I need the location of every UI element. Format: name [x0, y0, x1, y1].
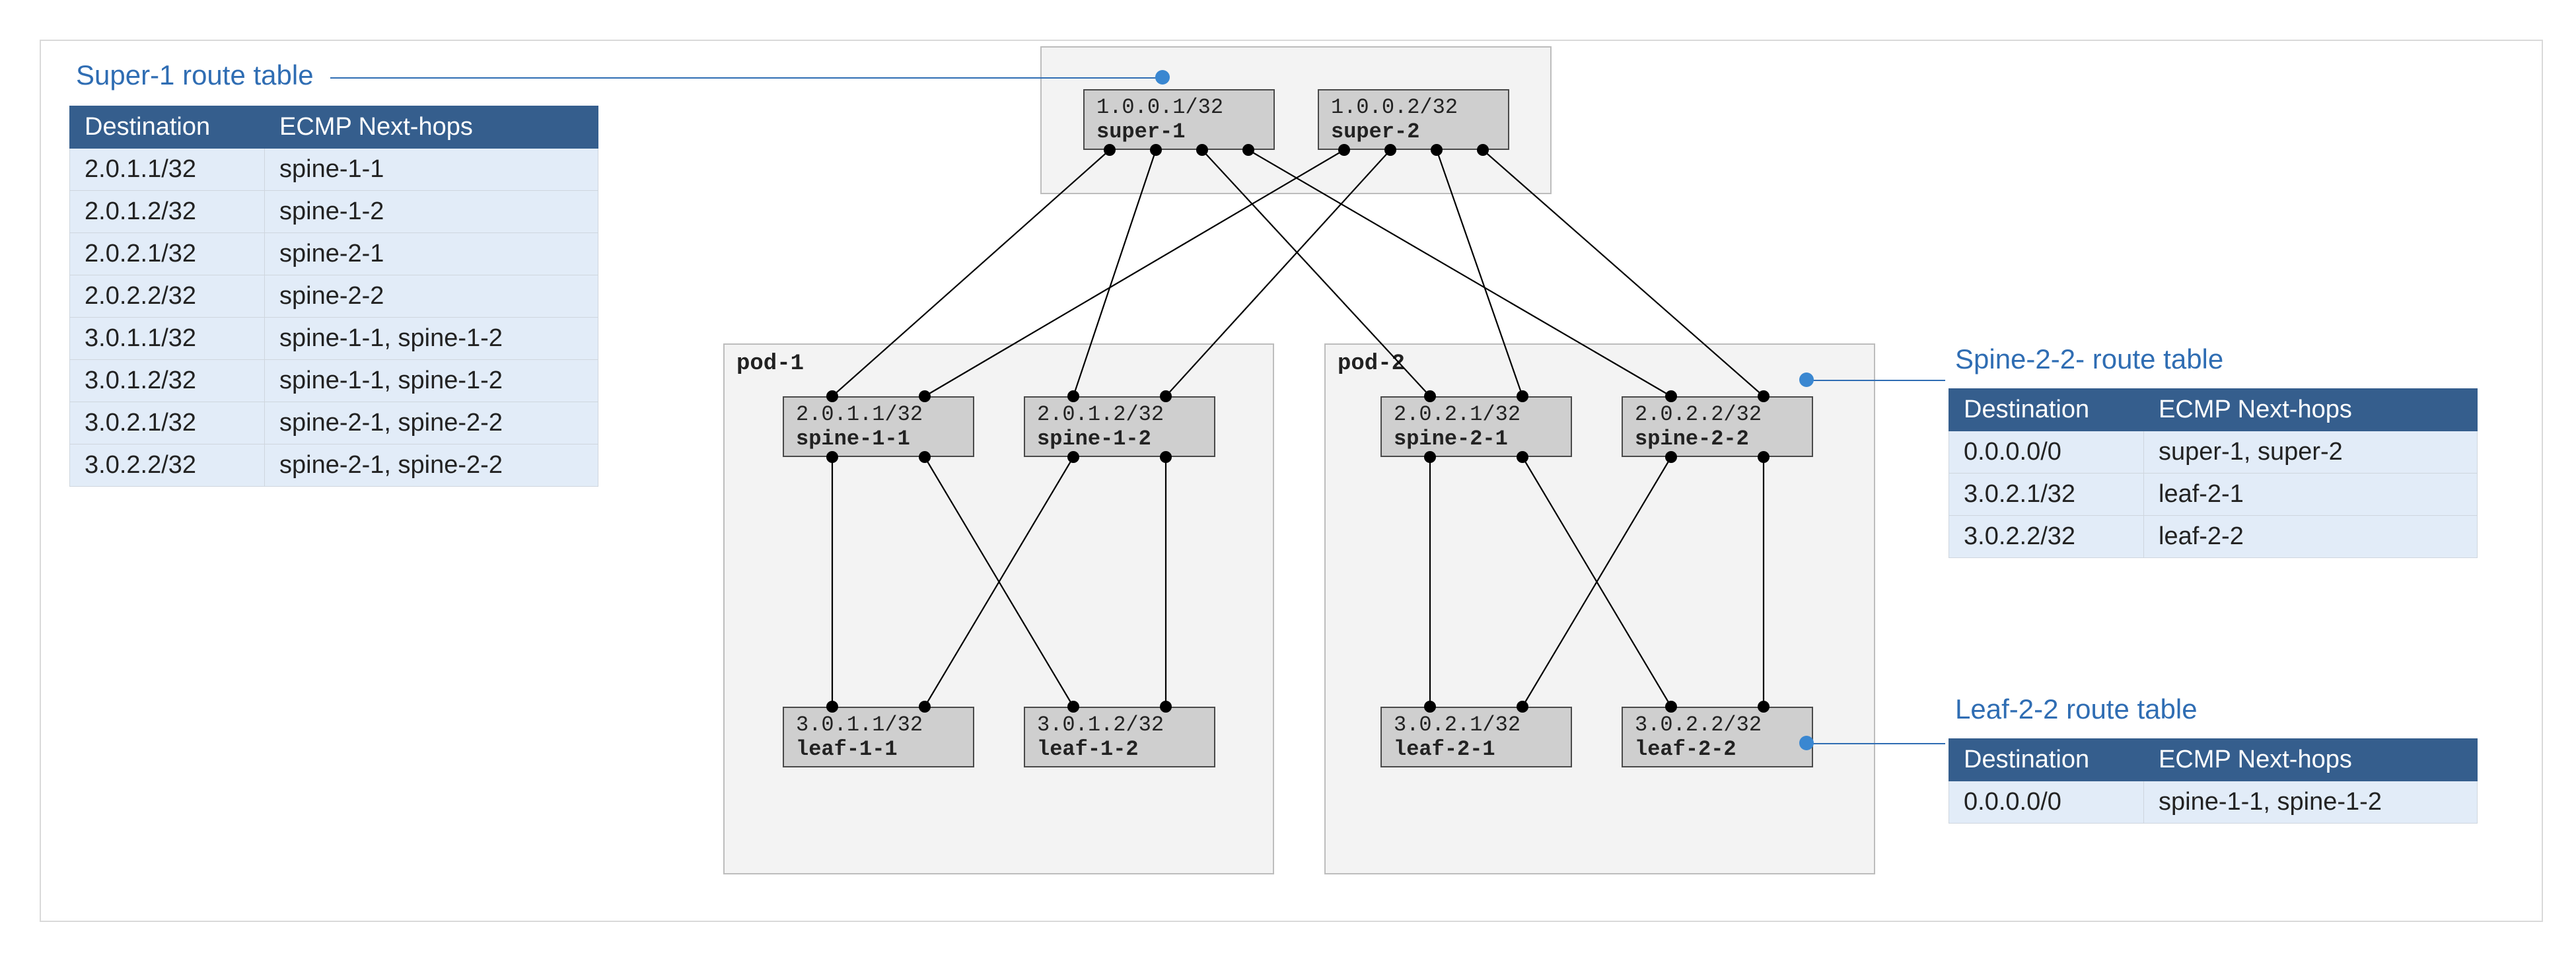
cell-next-hops: spine-1-1, spine-1-2	[265, 318, 598, 360]
table-row: 3.0.1.1/32spine-1-1, spine-1-2	[70, 318, 598, 360]
table-row: 0.0.0.0/0spine-1-1, spine-1-2	[1949, 781, 2478, 824]
col-destination: Destination	[1949, 389, 2144, 431]
cell-destination: 2.0.2.1/32	[70, 233, 265, 275]
leader-spine22	[1807, 380, 1945, 381]
leader-dot-icon	[1799, 372, 1814, 387]
leader-dot-icon	[1155, 70, 1170, 85]
cell-next-hops: leaf-2-1	[2144, 474, 2478, 516]
cell-next-hops: spine-1-1, spine-1-2	[2144, 781, 2478, 824]
col-next-hops: ECMP Next-hops	[265, 106, 598, 149]
cell-destination: 0.0.0.0/0	[1949, 431, 2144, 474]
col-destination: Destination	[1949, 739, 2144, 781]
table-row: 3.0.1.2/32spine-1-1, spine-1-2	[70, 360, 598, 402]
table-row: 3.0.2.2/32leaf-2-2	[1949, 516, 2478, 558]
super1-route-table-title: Super-1 route table	[76, 59, 314, 91]
cell-destination: 3.0.2.2/32	[70, 444, 265, 487]
col-next-hops: ECMP Next-hops	[2144, 739, 2478, 781]
cell-next-hops: super-1, super-2	[2144, 431, 2478, 474]
table-row: 0.0.0.0/0super-1, super-2	[1949, 431, 2478, 474]
cell-next-hops: spine-1-1, spine-1-2	[265, 360, 598, 402]
leader-leaf22	[1807, 743, 1945, 744]
cell-destination: 3.0.2.1/32	[70, 402, 265, 444]
cell-next-hops: spine-2-1, spine-2-2	[265, 402, 598, 444]
spine22-route-table-title: Spine-2-2- route table	[1955, 343, 2223, 375]
cell-destination: 2.0.2.2/32	[70, 275, 265, 318]
topology-links	[710, 46, 1899, 898]
table-row: 2.0.1.2/32spine-1-2	[70, 191, 598, 233]
cell-next-hops: spine-2-2	[265, 275, 598, 318]
leaf22-route-table: Destination ECMP Next-hops 0.0.0.0/0spin…	[1949, 738, 2478, 824]
cell-next-hops: spine-1-1	[265, 149, 598, 191]
table-row: 3.0.2.1/32leaf-2-1	[1949, 474, 2478, 516]
table-row: 3.0.2.2/32spine-2-1, spine-2-2	[70, 444, 598, 487]
spine22-route-table: Destination ECMP Next-hops 0.0.0.0/0supe…	[1949, 388, 2478, 558]
cell-next-hops: spine-1-2	[265, 191, 598, 233]
table-row: 2.0.2.2/32spine-2-2	[70, 275, 598, 318]
leader-dot-icon	[1799, 736, 1814, 750]
cell-destination: 0.0.0.0/0	[1949, 781, 2144, 824]
cell-destination: 3.0.1.2/32	[70, 360, 265, 402]
cell-destination: 3.0.2.1/32	[1949, 474, 2144, 516]
cell-destination: 3.0.2.2/32	[1949, 516, 2144, 558]
topology-diagram: pod-1 pod-2 1.0.0.1/32 super-1 1.0.0.2/3…	[710, 46, 1899, 898]
cell-next-hops: leaf-2-2	[2144, 516, 2478, 558]
cell-destination: 2.0.1.2/32	[70, 191, 265, 233]
table-row: 2.0.1.1/32spine-1-1	[70, 149, 598, 191]
cell-next-hops: spine-2-1, spine-2-2	[265, 444, 598, 487]
col-next-hops: ECMP Next-hops	[2144, 389, 2478, 431]
leader-super1	[330, 77, 1163, 79]
super1-route-table: Destination ECMP Next-hops 2.0.1.1/32spi…	[69, 106, 598, 487]
col-destination: Destination	[70, 106, 265, 149]
table-row: 3.0.2.1/32spine-2-1, spine-2-2	[70, 402, 598, 444]
leaf22-route-table-title: Leaf-2-2 route table	[1955, 693, 2198, 725]
table-row: 2.0.2.1/32spine-2-1	[70, 233, 598, 275]
cell-destination: 3.0.1.1/32	[70, 318, 265, 360]
cell-destination: 2.0.1.1/32	[70, 149, 265, 191]
cell-next-hops: spine-2-1	[265, 233, 598, 275]
